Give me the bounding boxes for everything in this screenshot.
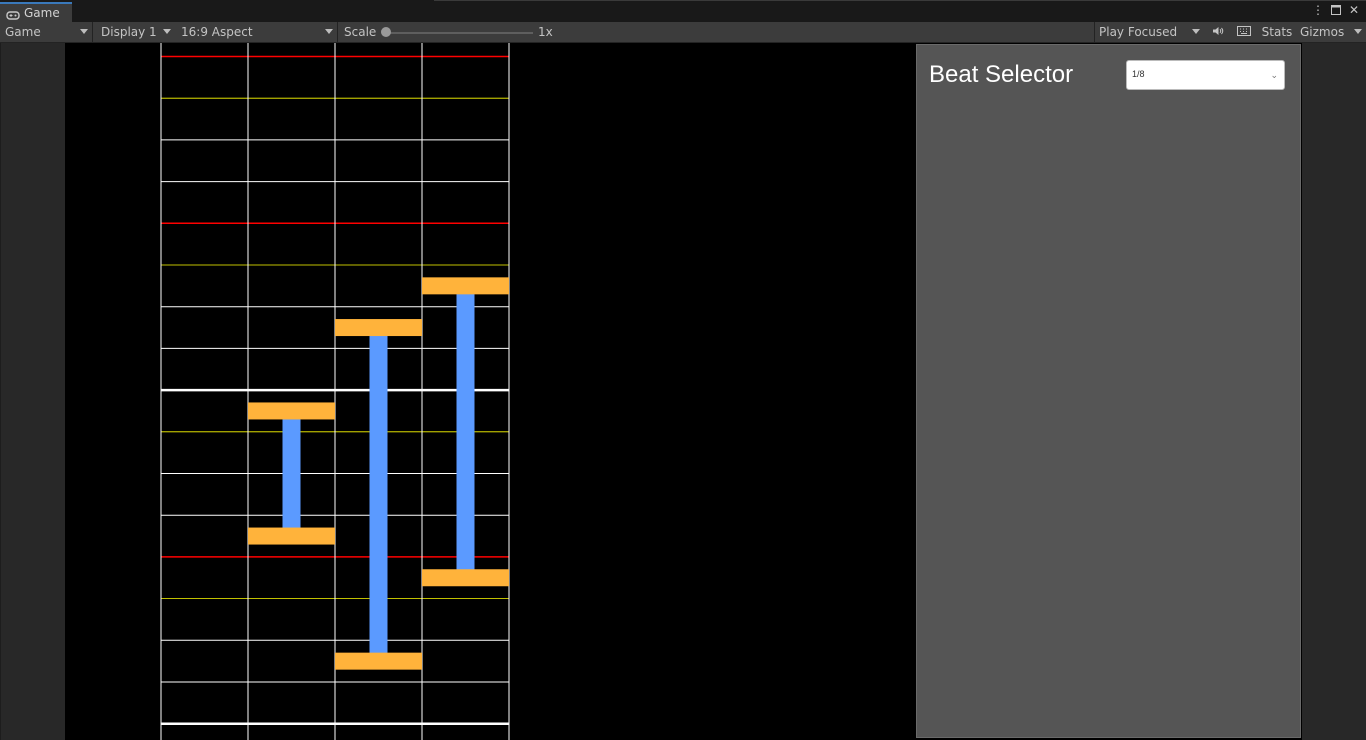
display-dropdown[interactable]: Display 1: [93, 22, 175, 42]
hold-note-tail: [335, 652, 422, 670]
panel-title: Beat Selector: [929, 61, 1074, 88]
hold-note-tail: [248, 527, 335, 545]
scale-label: Scale: [344, 25, 377, 39]
gamepad-icon: [6, 9, 20, 20]
chevron-down-icon: [163, 29, 171, 34]
beat-division-dropdown[interactable]: 1/8 ⌄: [1126, 60, 1285, 90]
beat-division-value: 1/8: [1132, 69, 1145, 79]
mute-audio-button[interactable]: [1207, 22, 1229, 42]
speaker-icon: [1212, 25, 1224, 39]
hold-note-head: [335, 319, 422, 337]
tab-bar: Game ⋮ ✕: [0, 0, 1366, 22]
gizmos-label: Gizmos: [1300, 25, 1345, 39]
beat-selector-panel: Beat Selector 1/8 ⌄: [916, 44, 1301, 738]
hold-note-tail: [422, 569, 509, 587]
tab-game[interactable]: Game: [0, 2, 72, 22]
play-mode-dropdown[interactable]: Play Focused: [1095, 22, 1204, 42]
scale-value: 1x: [538, 25, 553, 39]
more-vertical-icon[interactable]: ⋮: [1312, 3, 1324, 17]
chevron-down-icon: [80, 29, 88, 34]
hold-note-head: [248, 402, 335, 420]
chevron-down-icon: [1354, 29, 1362, 34]
hold-note-body: [369, 327, 388, 662]
game-toolbar: Game Display 1 16:9 Aspect Scale 1x Play…: [0, 22, 1366, 43]
aspect-dropdown[interactable]: 16:9 Aspect: [175, 22, 337, 42]
view-mode-dropdown[interactable]: Game: [0, 22, 92, 42]
scale-slider-track[interactable]: [385, 32, 533, 34]
note-chart-grid[interactable]: [65, 43, 525, 740]
keyboard-icon: [1237, 25, 1251, 39]
chevron-down-icon: [1192, 29, 1200, 34]
tab-game-label: Game: [24, 6, 60, 20]
chevron-down-icon: ⌄: [1270, 71, 1278, 81]
hold-note-head: [422, 277, 509, 295]
aspect-label: 16:9 Aspect: [181, 25, 253, 39]
display-label: Display 1: [101, 25, 157, 39]
toolbar-divider: [337, 22, 338, 42]
window-controls: ⋮ ✕: [1312, 3, 1360, 17]
close-icon[interactable]: ✕: [1348, 3, 1360, 17]
shortcut-button[interactable]: [1232, 22, 1256, 42]
viewport-edge: [0, 43, 1, 740]
tab-bar-border: [434, 0, 1366, 1]
hold-note-body: [282, 410, 301, 537]
chevron-down-icon: [325, 29, 333, 34]
stats-button[interactable]: Stats: [1260, 22, 1294, 42]
maximize-icon[interactable]: [1330, 3, 1342, 17]
play-mode-label: Play Focused: [1099, 25, 1178, 39]
scale-slider-handle[interactable]: [381, 27, 391, 37]
stats-label: Stats: [1261, 25, 1293, 39]
gizmos-dropdown[interactable]: Gizmos: [1296, 22, 1366, 42]
view-mode-label: Game: [5, 25, 41, 39]
grid-background: [65, 43, 525, 740]
hold-note-body: [456, 285, 475, 578]
